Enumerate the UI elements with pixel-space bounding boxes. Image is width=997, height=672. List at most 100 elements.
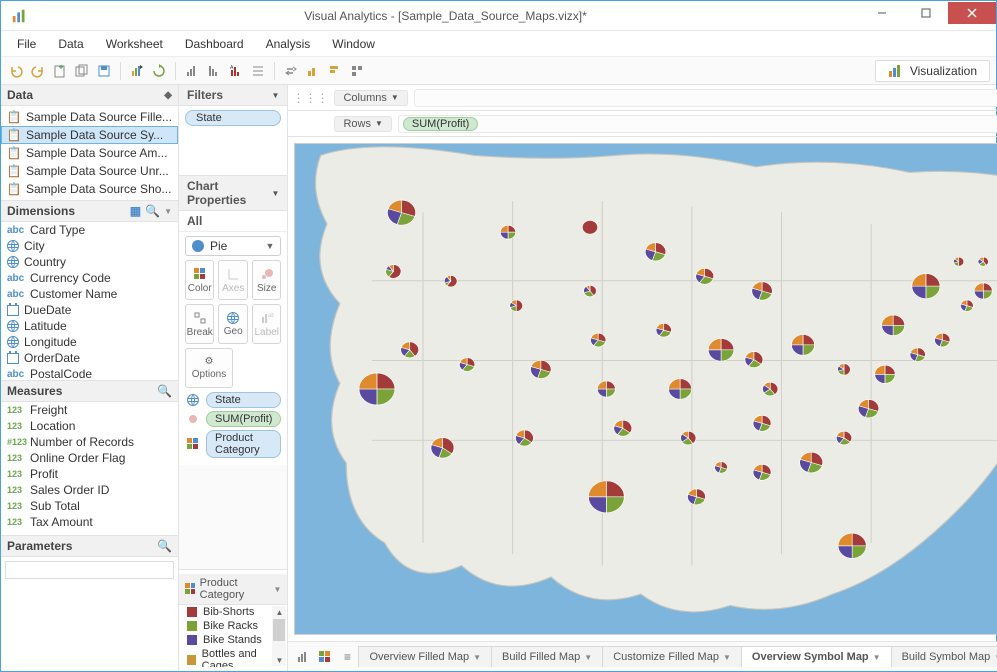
sheet-tab[interactable]: Build Symbol Map▼ xyxy=(891,646,997,667)
swap-button[interactable] xyxy=(282,62,300,80)
undo-button[interactable] xyxy=(7,62,25,80)
auto-update-button[interactable] xyxy=(128,62,146,80)
dimension-field[interactable]: City xyxy=(1,238,178,254)
dimension-field[interactable]: abcCurrency Code xyxy=(1,270,178,286)
scroll-down-icon[interactable]: ▼ xyxy=(272,654,286,666)
minimize-button[interactable] xyxy=(860,2,904,24)
rows-dropzone[interactable]: SUM(Profit) xyxy=(398,115,997,133)
dimension-field[interactable]: Country xyxy=(1,254,178,270)
data-source-item[interactable]: 📋Sample Data Source Fille... xyxy=(1,108,178,126)
rows-shelf[interactable]: ⋮⋮⋮ Rows▼ SUM(Profit) xyxy=(288,111,997,137)
legend-item[interactable]: Bike Stands xyxy=(179,633,287,647)
legend-item[interactable]: Bib-Shorts xyxy=(179,605,287,619)
measure-field[interactable]: 123Profit xyxy=(1,466,178,482)
sheet-tab[interactable]: Overview Filled Map▼ xyxy=(358,646,492,667)
close-button[interactable] xyxy=(948,2,996,24)
measure-field[interactable]: 123Sub Total xyxy=(1,498,178,514)
dimension-field[interactable]: OrderDate xyxy=(1,350,178,366)
data-source-item[interactable]: 📋Sample Data Source Am... xyxy=(1,144,178,162)
search-icon[interactable]: 🔍 xyxy=(157,539,172,553)
sheet-tab[interactable]: Overview Symbol Map▼ xyxy=(741,646,892,667)
sort-asc-button[interactable] xyxy=(183,62,201,80)
list-sheets-icon[interactable]: ≡ xyxy=(336,650,358,664)
legend-swatch xyxy=(187,635,197,645)
scroll-up-icon[interactable]: ▲ xyxy=(272,606,286,618)
measure-field[interactable]: 123Location xyxy=(1,418,178,434)
fit-button[interactable] xyxy=(348,62,366,80)
parameters-label: Parameters xyxy=(7,539,72,553)
menu-worksheet[interactable]: Worksheet xyxy=(96,34,173,54)
sheet-tab[interactable]: Build Filled Map▼ xyxy=(491,646,603,667)
rows-pill[interactable]: SUM(Profit) xyxy=(403,117,478,131)
measure-field[interactable]: 123Online Order Flag xyxy=(1,450,178,466)
geo-button[interactable]: Geo xyxy=(218,304,247,344)
search-icon[interactable]: 🔍 xyxy=(145,204,160,218)
measure-field[interactable]: 123Sales Order ID xyxy=(1,482,178,498)
dimension-field[interactable]: Latitude xyxy=(1,318,178,334)
redo-button[interactable] xyxy=(29,62,47,80)
data-panel-menu-icon[interactable]: ◆ xyxy=(164,90,172,101)
fit-height-button[interactable] xyxy=(326,62,344,80)
options-button[interactable]: ⚙Options xyxy=(185,348,233,388)
duplicate-button[interactable] xyxy=(73,62,91,80)
dropdown-icon[interactable]: ▼ xyxy=(164,207,172,216)
menu-data[interactable]: Data xyxy=(48,34,93,54)
columns-shelf[interactable]: ⋮⋮⋮ Columns▼ xyxy=(288,85,997,111)
mark-type-select[interactable]: Pie ▼ xyxy=(185,236,281,256)
dimension-field[interactable]: abcPostalCode xyxy=(1,366,178,380)
color-button[interactable]: Color xyxy=(185,260,214,300)
save-button[interactable] xyxy=(95,62,113,80)
break-button[interactable]: Break xyxy=(185,304,214,344)
measures-label: Measures xyxy=(7,384,62,398)
sheet-tab[interactable]: Customize Filled Map▼ xyxy=(602,646,742,667)
show-labels-button[interactable]: A xyxy=(227,62,245,80)
chevron-down-icon[interactable]: ▼ xyxy=(873,653,881,662)
chevron-down-icon[interactable]: ▼ xyxy=(274,585,282,594)
geo-shelf-row[interactable]: State xyxy=(185,392,281,408)
filter-pill-state[interactable]: State xyxy=(185,110,281,126)
chevron-down-icon[interactable]: ▼ xyxy=(272,91,280,100)
parameters-input[interactable] xyxy=(5,561,174,579)
new-dashboard-icon[interactable] xyxy=(314,650,336,664)
menu-dashboard[interactable]: Dashboard xyxy=(175,34,254,54)
legend-item[interactable]: Bottles and Cages xyxy=(179,647,287,667)
refresh-button[interactable] xyxy=(150,62,168,80)
chevron-down-icon[interactable]: ▼ xyxy=(473,653,481,662)
data-source-item[interactable]: 📋Sample Data Source Sy... xyxy=(1,126,178,144)
search-icon[interactable]: 🔍 xyxy=(157,384,172,398)
dimension-field[interactable]: abcCard Type xyxy=(1,222,178,238)
visualization-button[interactable]: Visualization xyxy=(875,60,990,82)
legend-scrollbar[interactable]: ▲ ▼ xyxy=(272,606,286,666)
table-icon[interactable]: ▦ xyxy=(130,204,141,218)
color-shelf-row[interactable]: Product Category xyxy=(185,430,281,458)
chevron-down-icon[interactable]: ▼ xyxy=(584,653,592,662)
menu-file[interactable]: File xyxy=(7,34,46,54)
new-worksheet-icon[interactable] xyxy=(292,650,314,664)
data-source-item[interactable]: 📋Sample Data Source Unr... xyxy=(1,162,178,180)
maximize-button[interactable] xyxy=(904,2,948,24)
dimension-field[interactable]: abcCustomer Name xyxy=(1,286,178,302)
chevron-down-icon[interactable]: ▼ xyxy=(723,653,731,662)
filters-shelf[interactable]: State xyxy=(179,106,287,176)
map-view[interactable] xyxy=(294,143,997,635)
fit-width-button[interactable] xyxy=(304,62,322,80)
dimension-field[interactable]: Longitude xyxy=(1,334,178,350)
dimension-field[interactable]: DueDate xyxy=(1,302,178,318)
new-sheet-button[interactable] xyxy=(51,62,69,80)
menu-window[interactable]: Window xyxy=(322,34,385,54)
measure-field[interactable]: #123Number of Records xyxy=(1,434,178,450)
chevron-down-icon[interactable]: ▼ xyxy=(272,189,280,198)
size-shelf-row[interactable]: SUM(Profit) xyxy=(185,411,281,427)
measure-field[interactable]: 123Freight xyxy=(1,402,178,418)
menu-analysis[interactable]: Analysis xyxy=(256,34,321,54)
axes-button[interactable]: Axes xyxy=(218,260,247,300)
columns-dropzone[interactable] xyxy=(414,89,997,107)
all-tab[interactable]: All xyxy=(179,211,287,232)
size-button[interactable]: Size xyxy=(252,260,281,300)
sort-desc-button[interactable] xyxy=(205,62,223,80)
totals-button[interactable] xyxy=(249,62,267,80)
measure-field[interactable]: 123Tax Amount xyxy=(1,514,178,530)
data-source-item[interactable]: 📋Sample Data Source Sho... xyxy=(1,180,178,198)
legend-item[interactable]: Bike Racks xyxy=(179,619,287,633)
label-button[interactable]: abLabel xyxy=(252,304,281,344)
